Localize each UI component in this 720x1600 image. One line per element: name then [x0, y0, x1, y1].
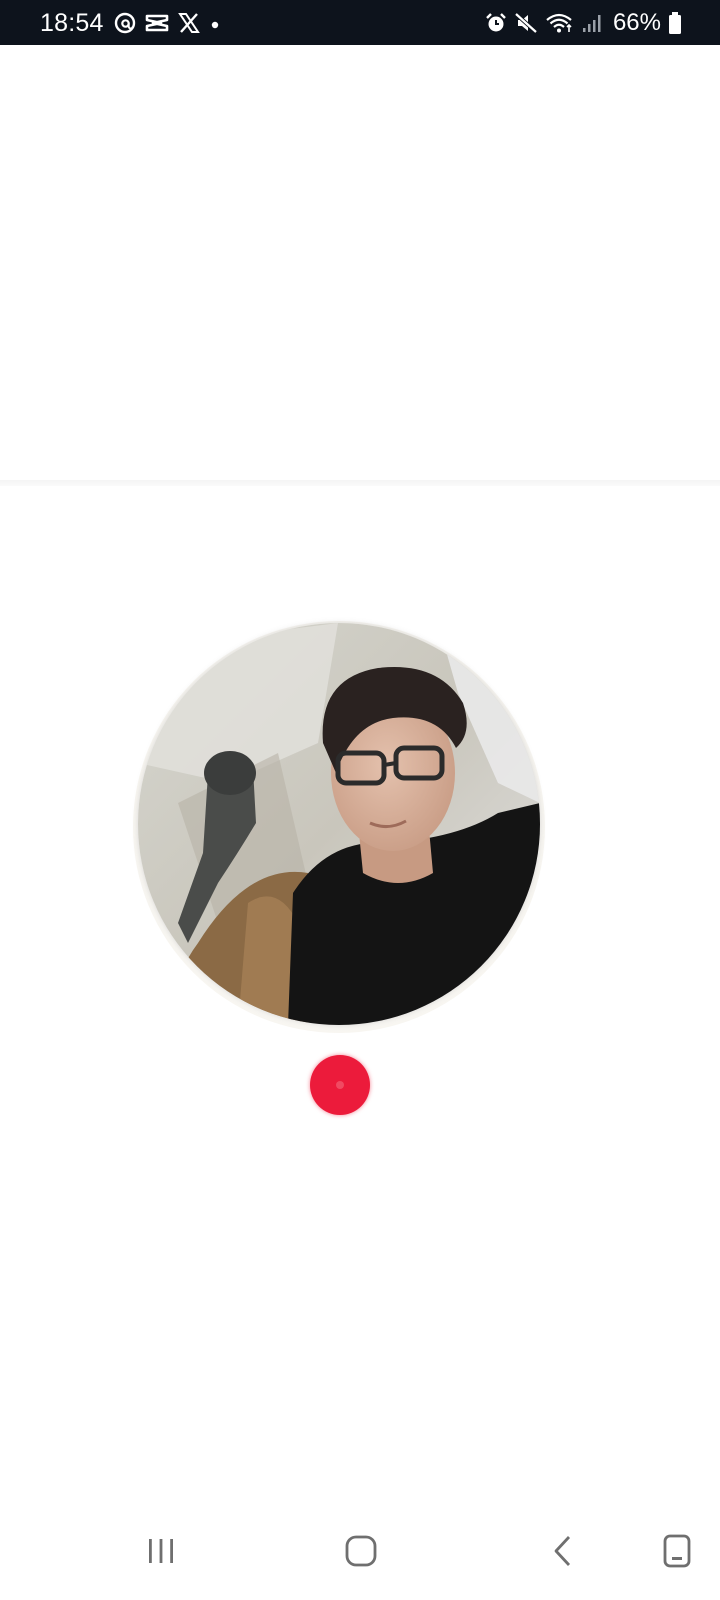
- back-button[interactable]: [534, 1528, 594, 1578]
- home-icon: [344, 1534, 378, 1573]
- wifi-icon: [545, 12, 575, 34]
- system-status-icons: 66%: [485, 10, 682, 36]
- live-indicator[interactable]: [310, 1055, 370, 1115]
- system-nav-bar: [0, 1508, 720, 1600]
- notification-icons: [114, 12, 222, 34]
- status-bar: 18:54 66%: [0, 0, 720, 45]
- x-icon: [178, 12, 200, 34]
- dot-icon: [208, 12, 222, 34]
- alarm-icon: [485, 12, 507, 34]
- threads-icon: [114, 12, 136, 34]
- battery-percent: 66%: [612, 9, 661, 36]
- profile-avatar[interactable]: [138, 623, 540, 1025]
- status-time: 18:54: [40, 9, 104, 37]
- screen: 18:54 66%: [0, 0, 720, 1600]
- back-icon: [549, 1534, 579, 1573]
- recents-button[interactable]: [131, 1528, 191, 1578]
- mute-icon: [514, 12, 538, 34]
- section-divider: [0, 480, 720, 486]
- recents-icon: [145, 1535, 177, 1572]
- screenshot-button[interactable]: [647, 1528, 707, 1578]
- battery-icon: [668, 11, 682, 35]
- signal-icon: [582, 12, 604, 34]
- screenshot-icon: [662, 1533, 692, 1574]
- home-button[interactable]: [331, 1528, 391, 1578]
- capcut-icon: [144, 13, 170, 33]
- live-indicator-center: [336, 1081, 344, 1089]
- profile-photo: [138, 623, 540, 1025]
